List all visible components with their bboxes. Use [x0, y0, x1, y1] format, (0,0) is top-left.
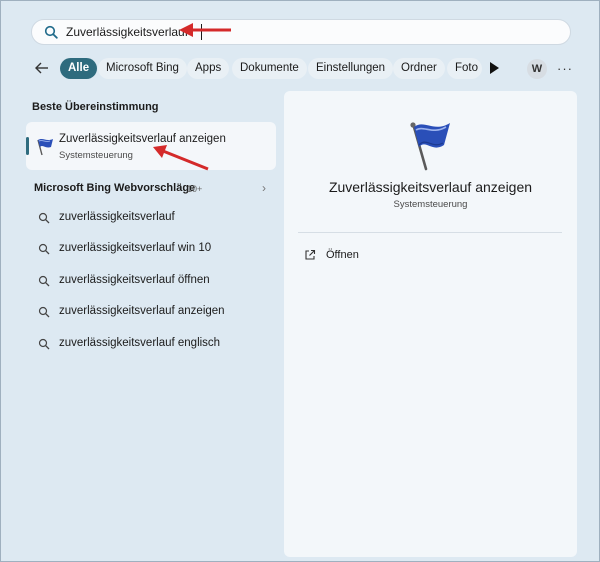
play-icon[interactable] [489, 62, 499, 74]
suggestion-item[interactable]: zuverlässigkeitsverlauf anzeigen [26, 300, 276, 324]
bing-suggestions-count: 10+ [187, 184, 203, 194]
detail-title: Zuverlässigkeitsverlauf anzeigen [328, 179, 533, 195]
open-label: Öffnen [326, 249, 359, 261]
blue-flag-icon [37, 139, 53, 156]
arrow-left-icon[interactable] [33, 59, 51, 77]
best-match-heading: Beste Übereinstimmung [32, 101, 159, 113]
tab-foto[interactable]: Foto [447, 58, 483, 79]
detail-category: Systemsteuerung [393, 199, 468, 210]
blue-flag-icon [410, 122, 450, 171]
suggestion-item[interactable]: zuverlässigkeitsverlauf öffnen [26, 269, 276, 293]
divider [298, 232, 562, 233]
selection-indicator [26, 137, 29, 155]
search-icon [38, 306, 50, 318]
suggestion-text: zuverlässigkeitsverlauf win 10 [59, 242, 212, 254]
suggestion-text: zuverlässigkeitsverlauf anzeigen [59, 305, 225, 317]
suggestion-text: zuverlässigkeitsverlauf englisch [59, 337, 221, 349]
avatar[interactable]: W [527, 59, 547, 79]
tab-ordner[interactable]: Ordner [393, 58, 445, 79]
tab-microsoft-bing[interactable]: Microsoft Bing [98, 58, 187, 79]
detail-panel: Zuverlässigkeitsverlauf anzeigen Systems… [284, 91, 577, 557]
annotation-arrow [179, 23, 231, 37]
annotation-arrow [153, 145, 209, 171]
suggestion-text: zuverlässigkeitsverlauf [59, 211, 175, 223]
search-window: Zuverlässigkeitsverlauf Alle Microsoft B… [0, 0, 600, 562]
suggestion-item[interactable]: zuverlässigkeitsverlauf [26, 206, 276, 230]
search-icon [44, 25, 58, 39]
chevron-right-icon[interactable]: › [262, 181, 266, 195]
search-box[interactable]: Zuverlässigkeitsverlauf [31, 19, 571, 45]
tab-apps[interactable]: Apps [187, 58, 230, 79]
suggestion-item[interactable]: zuverlässigkeitsverlauf englisch [26, 332, 276, 356]
bing-suggestions-heading: Microsoft Bing Webvorschläge [34, 182, 196, 194]
open-button[interactable]: Öffnen [298, 245, 562, 267]
search-input[interactable]: Zuverlässigkeitsverlauf [66, 25, 188, 39]
tab-alle[interactable]: Alle [60, 58, 98, 79]
search-icon [38, 275, 50, 287]
search-icon [38, 338, 50, 350]
search-icon [38, 243, 50, 255]
suggestion-item[interactable]: zuverlässigkeitsverlauf win 10 [26, 237, 276, 261]
best-match-category: Systemsteuerung [59, 150, 133, 161]
search-icon [38, 212, 50, 224]
suggestion-text: zuverlässigkeitsverlauf öffnen [59, 274, 210, 286]
tab-dokumente[interactable]: Dokumente [232, 58, 307, 79]
more-options-icon[interactable]: ··· [557, 61, 573, 76]
tab-einstellungen[interactable]: Einstellungen [308, 58, 394, 79]
open-external-icon [305, 249, 316, 260]
